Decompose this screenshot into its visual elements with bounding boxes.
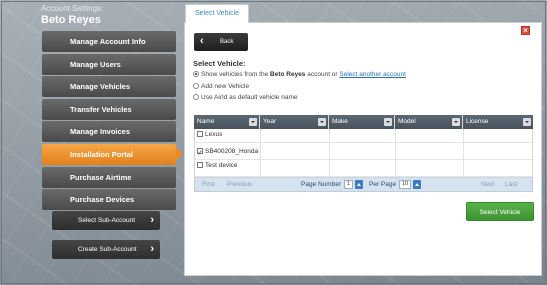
row-checkbox[interactable] <box>197 162 203 168</box>
pager-last-link[interactable]: Last <box>505 181 517 188</box>
column-header-year[interactable]: Year <box>260 115 329 129</box>
chevron-right-icon: › <box>150 214 154 226</box>
create-sub-account-button[interactable]: Create Sub-Account › <box>52 240 160 259</box>
cell-year <box>261 129 330 142</box>
account-name-text: Beto Reyes <box>270 71 306 78</box>
cell-model <box>396 160 464 176</box>
sidebar-item-manage-users[interactable]: Manage Users <box>42 53 176 75</box>
sidebar-item-manage-invoices[interactable]: Manage Invoices <box>42 121 176 143</box>
close-icon[interactable]: × <box>521 26 530 35</box>
add-new-vehicle-option: Add new Vehicle <box>193 83 249 90</box>
add-new-vehicle-radio[interactable] <box>193 83 199 89</box>
sort-caret-icon[interactable] <box>384 118 392 126</box>
show-vehicles-suffix: account or <box>307 71 338 78</box>
account-settings-label: Account Settings: <box>41 4 104 13</box>
column-header-make[interactable]: Make <box>329 115 395 129</box>
add-new-vehicle-label: Add new Vehicle <box>201 83 250 90</box>
pager-first-link[interactable]: First <box>202 181 215 188</box>
pager-next-link[interactable]: Next <box>481 181 494 188</box>
per-page-label: Per Page <box>369 181 397 188</box>
cell-name: SB400208_Honda <box>195 143 261 162</box>
use-airid-radio[interactable] <box>193 94 199 100</box>
table-header: Name Year Make Model License <box>194 115 533 129</box>
cell-license <box>464 129 532 142</box>
select-another-account-link[interactable]: Select another account <box>339 71 406 78</box>
pager-previous-link[interactable]: Previous <box>227 181 252 188</box>
chevron-left-icon: ‹ <box>200 35 204 47</box>
use-airid-label: Use AirId as default vehicle name <box>201 94 298 101</box>
column-header-license[interactable]: License <box>463 115 533 129</box>
table-row[interactable]: Lexus <box>195 129 532 143</box>
sidebar-item-purchase-devices[interactable]: Purchase Devices <box>42 189 176 211</box>
account-user-name: Beto Reyes <box>41 14 101 26</box>
sort-caret-icon[interactable] <box>318 118 326 126</box>
table-row[interactable]: Test device <box>195 160 532 177</box>
table-body: Lexus SB400208_Honda Test device <box>194 129 533 178</box>
page-number-stepper-icon[interactable] <box>355 180 363 189</box>
back-label: Back <box>220 39 234 45</box>
page-number-input[interactable]: 1 <box>344 180 353 189</box>
per-page-select[interactable]: 10 <box>399 180 411 189</box>
row-checkbox[interactable] <box>197 131 203 137</box>
create-sub-account-label: Create Sub-Account <box>78 246 137 253</box>
sidebar-item-installation-portal[interactable]: Installation Portal <box>42 143 183 165</box>
sort-caret-icon[interactable] <box>249 118 257 126</box>
vehicle-table: Name Year Make Model License Lexus SB400… <box>194 115 533 192</box>
cell-license <box>464 160 532 176</box>
back-button[interactable]: ‹ Back <box>194 33 248 51</box>
row-checkbox[interactable] <box>197 145 203 162</box>
column-header-name[interactable]: Name <box>194 115 260 129</box>
cell-make <box>330 143 396 159</box>
cell-name: Lexus <box>195 129 261 142</box>
sidebar-item-manage-vehicles[interactable]: Manage Vehicles <box>42 76 176 98</box>
table-pager: First Previous Page Number 1 Per Page 10… <box>194 178 533 192</box>
cell-model <box>396 143 464 159</box>
show-vehicles-radio[interactable] <box>193 71 199 77</box>
cell-make <box>330 129 396 142</box>
select-vehicle-button[interactable]: Select Vehicle <box>466 202 534 221</box>
cell-license <box>464 143 532 159</box>
chevron-right-icon: › <box>150 243 154 255</box>
sort-caret-icon[interactable] <box>452 118 460 126</box>
cell-name: Test device <box>195 160 261 176</box>
show-vehicles-option: Show vehicles from the Beto Reyes accoun… <box>193 71 406 78</box>
cell-year <box>261 143 330 159</box>
select-vehicle-heading: Select Vehicle: <box>193 59 246 68</box>
show-vehicles-prefix: Show vehicles from the <box>201 71 269 78</box>
page-number-label: Page Number <box>301 181 342 188</box>
select-sub-account-label: Select Sub-Account <box>78 217 136 224</box>
cell-model <box>396 129 464 142</box>
table-row[interactable]: SB400208_Honda <box>195 143 532 162</box>
sidebar-item-manage-account-info[interactable]: Manage Account Info <box>42 31 176 52</box>
sidebar-item-transfer-vehicles[interactable]: Transfer Vehicles <box>42 98 176 120</box>
use-airid-option: Use AirId as default vehicle name <box>193 94 297 101</box>
sidebar-item-purchase-airtime[interactable]: Purchase Airtime <box>42 166 176 188</box>
per-page-stepper-icon[interactable] <box>413 180 421 189</box>
sidebar-menu: Manage Account Info Manage Users Manage … <box>42 31 183 212</box>
cell-year <box>261 160 330 176</box>
column-header-model[interactable]: Model <box>395 115 463 129</box>
tab-select-vehicle[interactable]: Select Vehicle <box>185 4 249 23</box>
select-sub-account-button[interactable]: Select Sub-Account › <box>52 211 160 230</box>
cell-make <box>330 160 396 176</box>
sort-caret-icon[interactable] <box>523 118 531 126</box>
